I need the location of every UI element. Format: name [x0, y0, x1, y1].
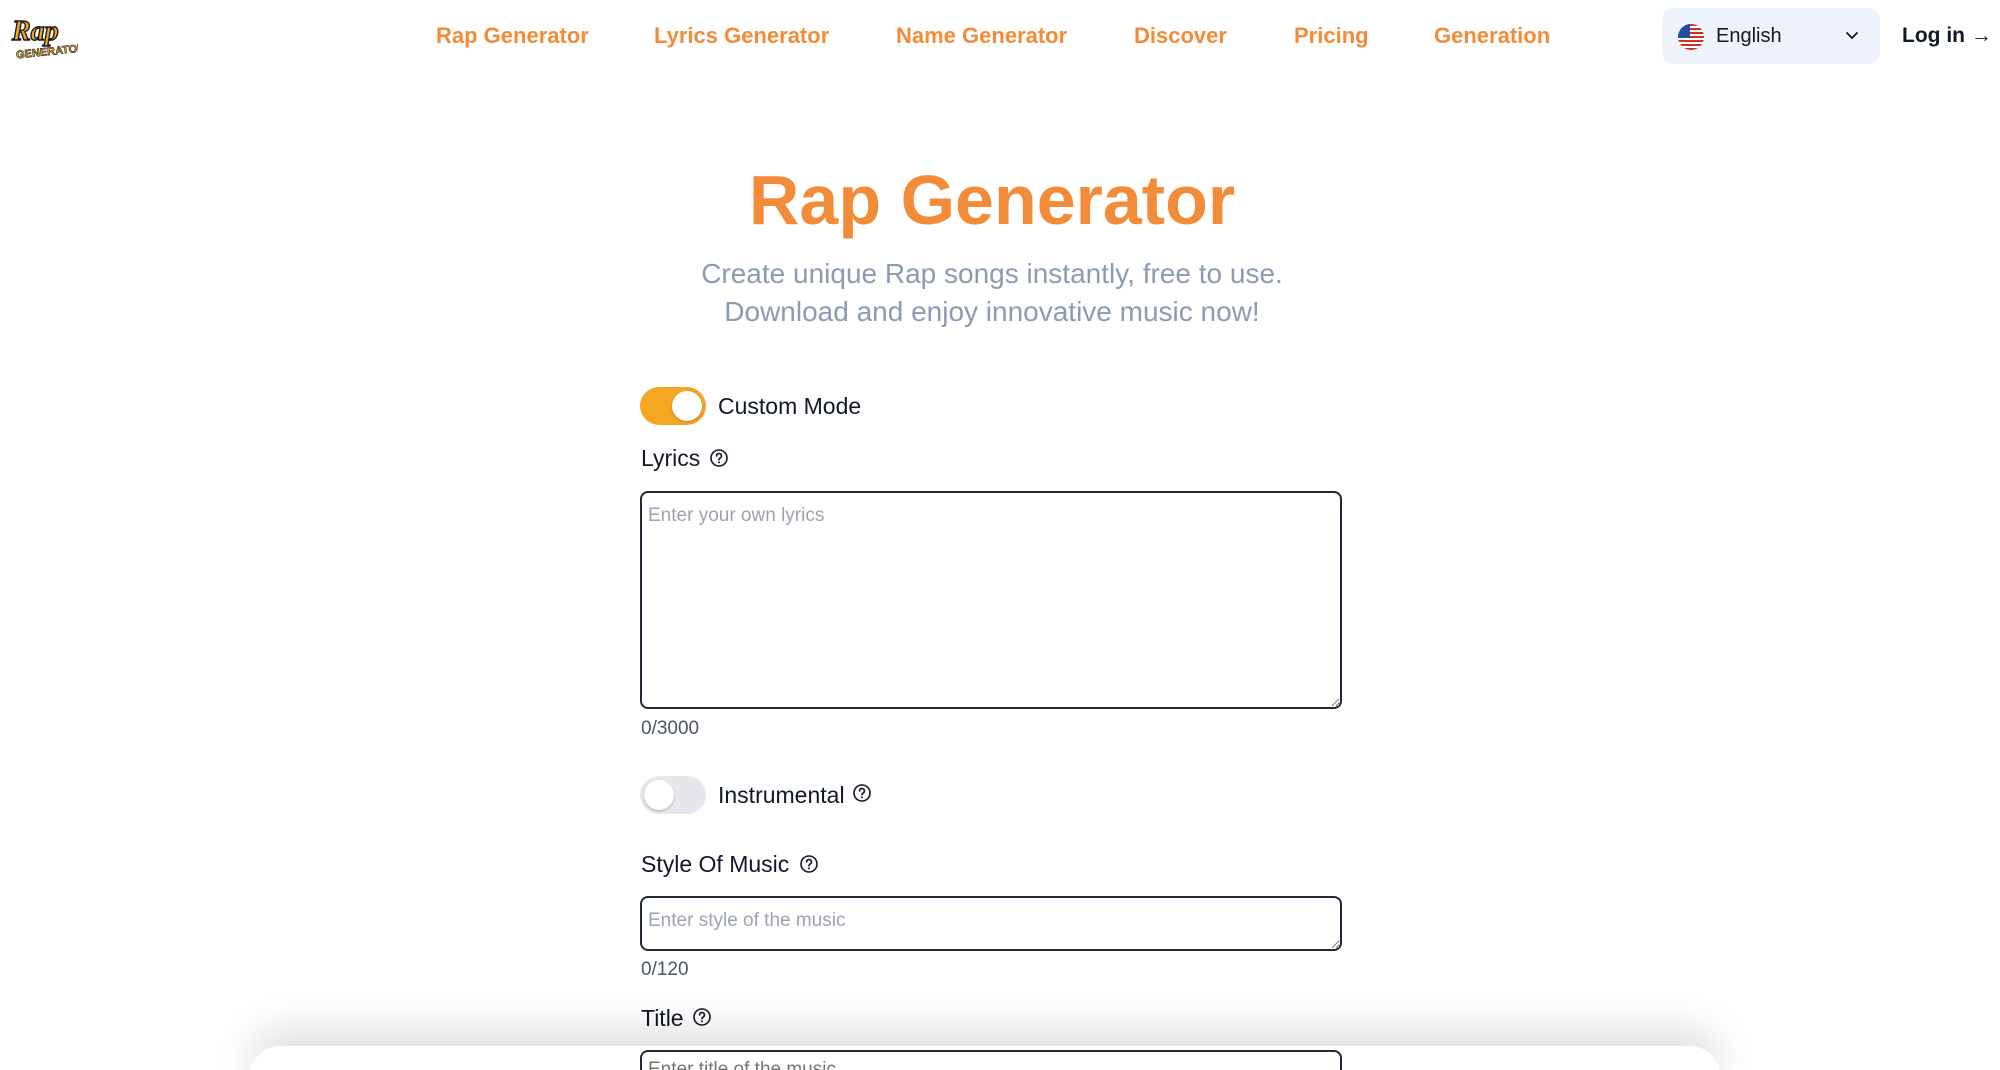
toggle-knob [672, 391, 702, 421]
help-icon[interactable] [709, 448, 729, 468]
nav-discover[interactable]: Discover [1134, 20, 1227, 52]
nav-rap-generator[interactable]: Rap Generator [436, 20, 589, 52]
nav-pricing[interactable]: Pricing [1294, 20, 1369, 52]
help-icon[interactable] [852, 783, 872, 803]
chevron-down-icon [1842, 26, 1862, 46]
language-selected-label: English [1716, 25, 1782, 47]
page-subtitle-line-2: Download and enjoy innovative music now! [724, 296, 1260, 327]
instrumental-label: Instrumental [718, 782, 845, 808]
top-navigation-bar: Rap GENERATOR Rap Generator Lyrics Gener… [0, 0, 2000, 72]
lyrics-textarea[interactable] [640, 491, 1342, 709]
lyrics-label: Lyrics [641, 445, 701, 471]
page-title: Rap Generator [748, 161, 1236, 239]
login-link[interactable]: Log in → [1902, 20, 1992, 52]
custom-mode-label: Custom Mode [718, 393, 862, 419]
toggle-knob [644, 780, 674, 810]
style-of-music-label: Style Of Music [641, 851, 790, 877]
style-of-music-input[interactable] [640, 896, 1342, 951]
title-label: Title [641, 1005, 684, 1031]
help-icon[interactable] [799, 854, 819, 874]
lyrics-char-counter: 0/3000 [641, 718, 700, 739]
instrumental-toggle[interactable] [640, 776, 706, 814]
custom-mode-toggle[interactable] [640, 387, 706, 425]
page: Rap GENERATOR Rap Generator Lyrics Gener… [0, 0, 2000, 1070]
nav-lyrics-generator[interactable]: Lyrics Generator [654, 20, 829, 52]
nav-generation[interactable]: Generation [1434, 20, 1550, 52]
title-input[interactable] [640, 1050, 1342, 1070]
help-icon[interactable] [692, 1007, 712, 1027]
language-selector[interactable]: English [1662, 8, 1880, 64]
style-char-counter: 0/120 [641, 959, 689, 980]
page-subtitle-line-1: Create unique Rap songs instantly, free … [701, 258, 1283, 289]
nav-name-generator[interactable]: Name Generator [896, 20, 1067, 52]
us-flag-icon [1678, 24, 1704, 50]
